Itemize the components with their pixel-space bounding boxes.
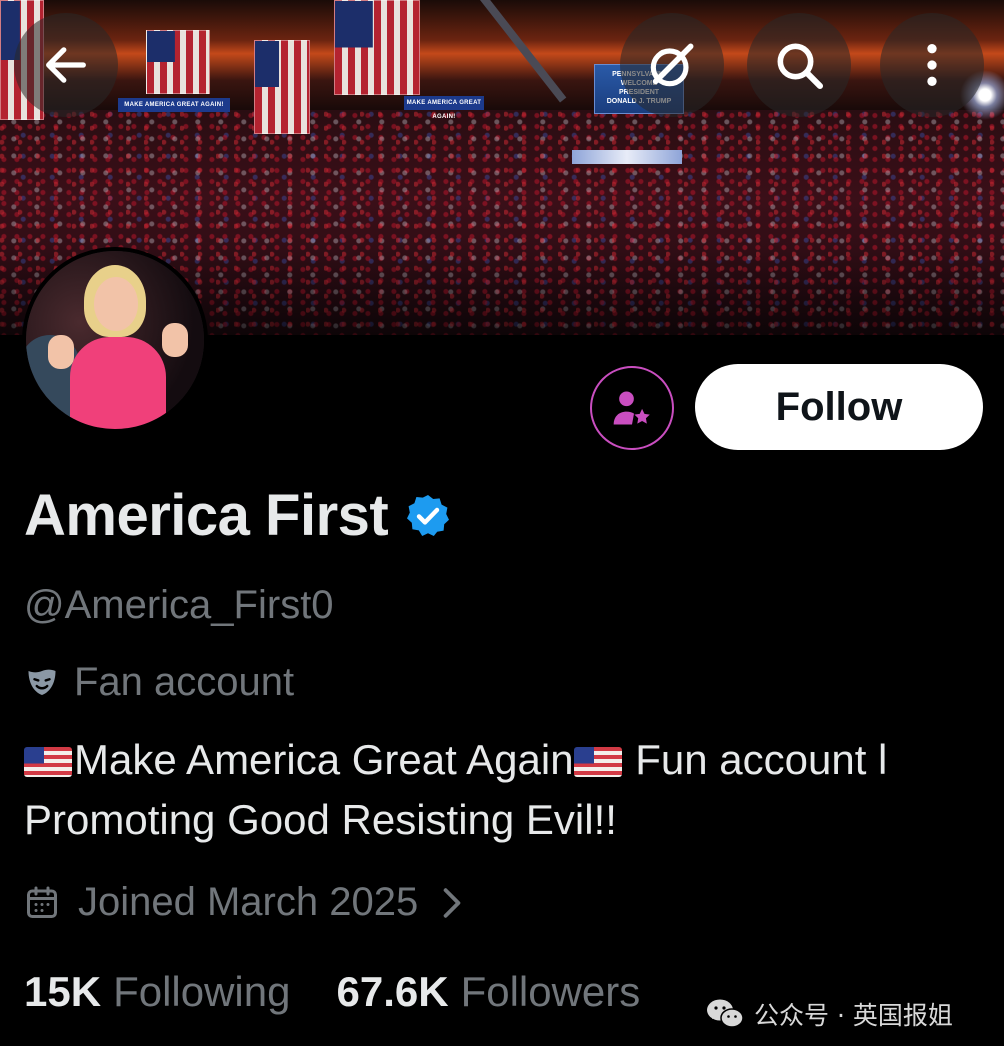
following-label: Following — [113, 968, 291, 1015]
followers-stat[interactable]: 67.6K Followers — [336, 968, 640, 1016]
person-star-icon — [613, 391, 650, 425]
more-options-button[interactable] — [880, 13, 984, 117]
handle: @America_First0 — [24, 583, 334, 627]
display-name: America First — [24, 483, 389, 548]
watermark: 公众号 · 英国报姐 — [706, 996, 953, 1032]
wechat-icon — [707, 999, 744, 1028]
avatar-hand — [162, 323, 188, 357]
avatar[interactable] — [22, 247, 208, 433]
arrow-left-icon — [46, 47, 86, 83]
joined-row[interactable]: Joined March 2025 — [24, 880, 480, 925]
banner-flag — [254, 40, 310, 134]
verified-badge-icon[interactable] — [404, 492, 452, 540]
more-vertical-icon — [927, 44, 937, 86]
following-stat[interactable]: 15K Following — [24, 968, 290, 1016]
following-count: 15K — [24, 968, 102, 1015]
display-name-row: America First — [24, 482, 452, 549]
calendar-icon — [27, 886, 57, 918]
banner-sign: MAKE AMERICA GREAT AGAIN! — [404, 96, 484, 120]
avatar-dress — [70, 337, 166, 429]
bio-text: Make America Great Again — [74, 736, 574, 783]
account-label-row: Fan account — [24, 660, 294, 705]
us-flag-emoji-icon — [573, 747, 622, 777]
joined-date: Joined March 2025 — [78, 880, 419, 924]
follow-stats: 15K Following 67.6K Followers — [24, 968, 640, 1016]
bio-line: Make America Great Again Fun account l — [24, 730, 974, 790]
avatar-face — [94, 277, 138, 331]
chevron-right-icon — [443, 887, 461, 918]
follow-button[interactable]: Follow — [695, 364, 983, 450]
banner-stage — [572, 150, 682, 164]
banner-crane — [480, 0, 567, 103]
bio: Make America Great Again Fun account l P… — [24, 730, 974, 850]
followers-count: 67.6K — [336, 968, 449, 1015]
theater-mask-icon — [28, 669, 56, 695]
followers-label: Followers — [460, 968, 641, 1015]
account-label: Fan account — [74, 660, 295, 704]
banner-sign: MAKE AMERICA GREAT AGAIN! — [118, 98, 230, 112]
grok-icon — [650, 43, 694, 87]
watermark-text: 公众号 · 英国报姐 — [754, 1001, 953, 1030]
bio-line: Promoting Good Resisting Evil!! — [24, 796, 617, 843]
search-icon — [777, 43, 824, 90]
subscribe-button[interactable] — [590, 366, 674, 450]
banner-flag — [334, 0, 420, 95]
search-button[interactable] — [747, 13, 851, 117]
bio-text: Fun account l — [623, 736, 888, 783]
grok-button[interactable] — [620, 13, 724, 117]
avatar-hand — [48, 335, 74, 369]
us-flag-emoji-icon — [24, 747, 72, 777]
back-button[interactable] — [14, 13, 118, 117]
banner-flag — [146, 30, 210, 94]
